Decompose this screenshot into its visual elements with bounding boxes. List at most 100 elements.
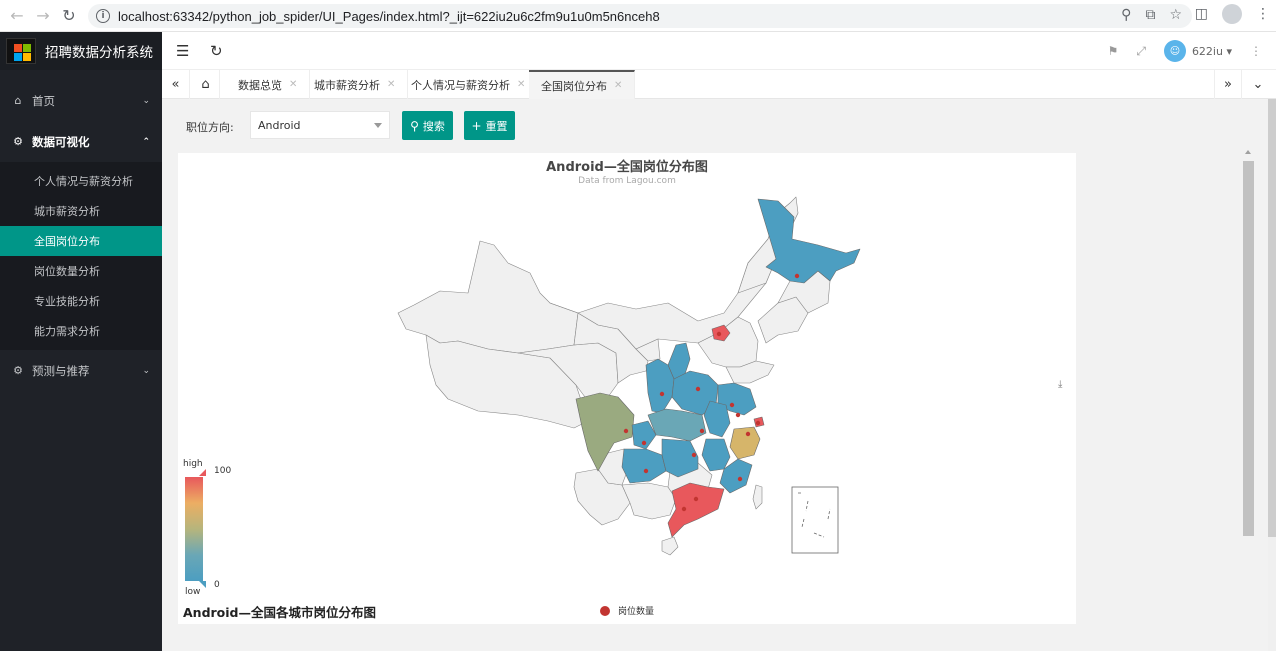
bookmark-star-icon[interactable]: ☆	[1169, 7, 1182, 23]
map-region-hainan[interactable]	[661, 536, 679, 556]
search-icon: ⚲	[410, 118, 419, 133]
map-region-zhejiang[interactable]	[729, 426, 761, 460]
city-point[interactable]	[737, 476, 743, 482]
visualmap-high-label: high	[183, 459, 203, 469]
filter-label: 职位方向:	[186, 121, 234, 134]
sidebar-item-skills[interactable]: 专业技能分析	[0, 286, 162, 316]
map-region-anhui[interactable]	[703, 400, 731, 438]
scroll-up-icon[interactable]	[1245, 150, 1251, 154]
menu-toggle-icon[interactable]: ☰	[176, 42, 189, 60]
city-point[interactable]	[745, 431, 751, 437]
sidebar-submenu: 个人情况与薪资分析 城市薪资分析 全国岗位分布 岗位数量分析 专业技能分析 能力…	[0, 162, 162, 350]
info-icon[interactable]: i	[96, 9, 110, 23]
city-point[interactable]	[794, 273, 800, 279]
map-region-jiangxi[interactable]	[701, 438, 731, 472]
city-distribution-title: Android—全国各城市岗位分布图	[183, 605, 377, 620]
tab-personal-salary[interactable]: 个人情况与薪资分析 ✕	[399, 70, 539, 99]
city-point[interactable]	[755, 420, 761, 426]
map-region-heilongjiang[interactable]	[757, 198, 861, 284]
tab-overview[interactable]: 数据总览 ✕	[226, 70, 311, 99]
tabs-menu-chevron-icon[interactable]: ⌄	[1244, 70, 1272, 99]
reload-icon[interactable]: ↻	[56, 3, 82, 29]
gear-icon: ⚙	[13, 135, 23, 148]
city-point[interactable]	[729, 402, 735, 408]
map-region-guangxi[interactable]	[621, 482, 677, 520]
sidebar-item-job-count[interactable]: 岗位数量分析	[0, 256, 162, 286]
url-text[interactable]: localhost:63342/python_job_spider/UI_Pag…	[118, 9, 660, 24]
map-region-taiwan[interactable]	[752, 484, 763, 510]
fullscreen-icon[interactable]: ⤢	[1136, 44, 1146, 59]
city-point[interactable]	[641, 440, 647, 446]
search-button[interactable]: ⚲ 搜索	[402, 111, 453, 140]
chart-legend[interactable]: 岗位数量	[600, 604, 654, 617]
back-icon[interactable]: ←	[4, 3, 30, 29]
map-region-liaoning[interactable]	[757, 296, 809, 344]
user-name[interactable]: 622iu ▾	[1192, 45, 1232, 58]
city-point[interactable]	[623, 428, 629, 434]
city-point[interactable]	[681, 506, 687, 512]
china-map	[397, 196, 861, 556]
share-icon[interactable]: ⧉	[1145, 7, 1155, 23]
city-point[interactable]	[643, 468, 649, 474]
sidebar-group-label: 数据可视化	[32, 134, 90, 149]
sidebar-group-prediction[interactable]: ⚙ 预测与推荐 ⌄	[0, 350, 162, 391]
zoom-icon[interactable]: ⚲	[1121, 7, 1131, 23]
visualmap-handle-top[interactable]	[199, 469, 206, 476]
profile-icon[interactable]	[1222, 4, 1242, 24]
city-point[interactable]	[699, 428, 705, 434]
city-point[interactable]	[691, 452, 697, 458]
reset-button[interactable]: + 重置	[464, 111, 515, 140]
tabs-scroll-right-icon[interactable]: »	[1214, 70, 1242, 99]
sidepanel-icon[interactable]: ◫	[1195, 6, 1208, 22]
avatar[interactable]: ☺	[1163, 40, 1186, 62]
tab-bar: « ⌂ 数据总览 ✕ 城市薪资分析 ✕ 个人情况与薪资分析 ✕ 全国岗位分布 ✕ » ⌄	[162, 70, 1276, 99]
forward-icon[interactable]: →	[30, 3, 56, 29]
page-scrollbar-thumb[interactable]	[1268, 99, 1276, 537]
tag-icon[interactable]: ⚑	[1108, 44, 1119, 58]
city-point[interactable]	[695, 386, 701, 392]
close-icon[interactable]: ✕	[387, 79, 395, 90]
close-icon[interactable]: ✕	[517, 79, 525, 90]
windows-logo-icon	[6, 38, 36, 64]
more-vertical-icon[interactable]: ⋮	[1250, 44, 1262, 58]
browser-menu-icon[interactable]: ⋮	[1256, 6, 1270, 22]
home-tab-icon[interactable]: ⌂	[192, 70, 220, 99]
main-content: 职位方向: Android ⚲ 搜索 + 重置 Android—全国岗位分布图 …	[162, 99, 1268, 651]
city-point[interactable]	[659, 391, 665, 397]
map-region-guangdong[interactable]	[667, 482, 725, 538]
close-icon[interactable]: ✕	[289, 79, 297, 90]
city-point[interactable]	[735, 412, 741, 418]
chart-title: Android—全国岗位分布图	[546, 160, 708, 175]
content-scrollbar-thumb[interactable]	[1243, 161, 1254, 536]
tab-city-salary[interactable]: 城市薪资分析 ✕	[302, 70, 409, 99]
visualmap-gradient[interactable]	[185, 477, 203, 581]
address-bar[interactable]: i localhost:63342/python_job_spider/UI_P…	[88, 4, 1192, 28]
download-icon[interactable]: ⤓	[1058, 379, 1062, 390]
map-region-xinjiang[interactable]	[397, 240, 579, 354]
map-region-hunan[interactable]	[661, 438, 699, 478]
tab-national-distribution[interactable]: 全国岗位分布 ✕	[529, 70, 636, 99]
job-direction-select[interactable]: Android	[250, 111, 390, 139]
tabs-scroll-left-icon[interactable]: «	[162, 70, 190, 99]
gear-icon: ⚙	[13, 364, 23, 377]
south-china-sea-inset	[791, 486, 839, 554]
visualmap-low-label: low	[185, 587, 201, 597]
sidebar-item-national-distribution[interactable]: 全国岗位分布	[0, 226, 162, 256]
close-icon[interactable]: ✕	[614, 80, 622, 91]
brand: 招聘数据分析系统	[0, 32, 162, 70]
sidebar-group-visualization[interactable]: ⚙ 数据可视化 ⌃	[0, 121, 162, 162]
city-point[interactable]	[716, 331, 722, 337]
sidebar-group-home[interactable]: ⌂ 首页 ⌄	[0, 80, 162, 121]
map-region-hubei[interactable]	[647, 408, 707, 442]
sidebar-item-city-salary[interactable]: 城市薪资分析	[0, 196, 162, 226]
legend-marker	[600, 605, 610, 616]
map-region-guizhou[interactable]	[621, 448, 667, 484]
tab-label: 城市薪资分析	[314, 78, 380, 92]
sidebar-item-ability[interactable]: 能力需求分析	[0, 316, 162, 346]
chart-subtitle: Data from Lagou.com	[578, 176, 676, 186]
chart-panel: Android—全国岗位分布图 Data from Lagou.com ⤓ hi…	[178, 153, 1076, 624]
refresh-icon[interactable]: ↻	[210, 42, 223, 60]
header-actions: ⚑ ⤢ ☺ 622iu ▾ ⋮	[1108, 40, 1262, 62]
sidebar-item-personal-salary[interactable]: 个人情况与薪资分析	[0, 166, 162, 196]
city-point[interactable]	[693, 496, 699, 502]
